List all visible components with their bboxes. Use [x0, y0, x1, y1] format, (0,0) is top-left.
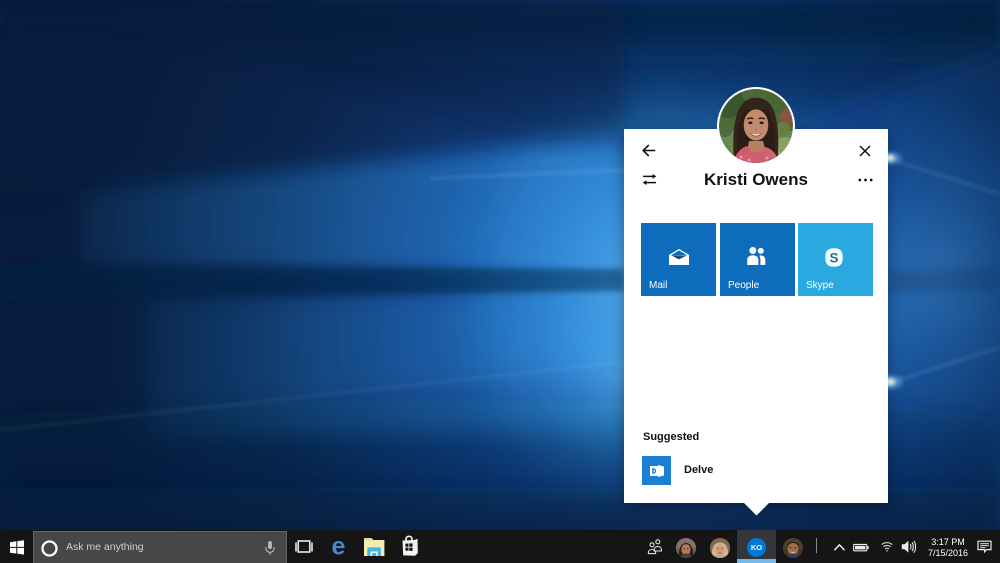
svg-text:S: S — [829, 250, 838, 265]
svg-text:e: e — [332, 533, 346, 561]
